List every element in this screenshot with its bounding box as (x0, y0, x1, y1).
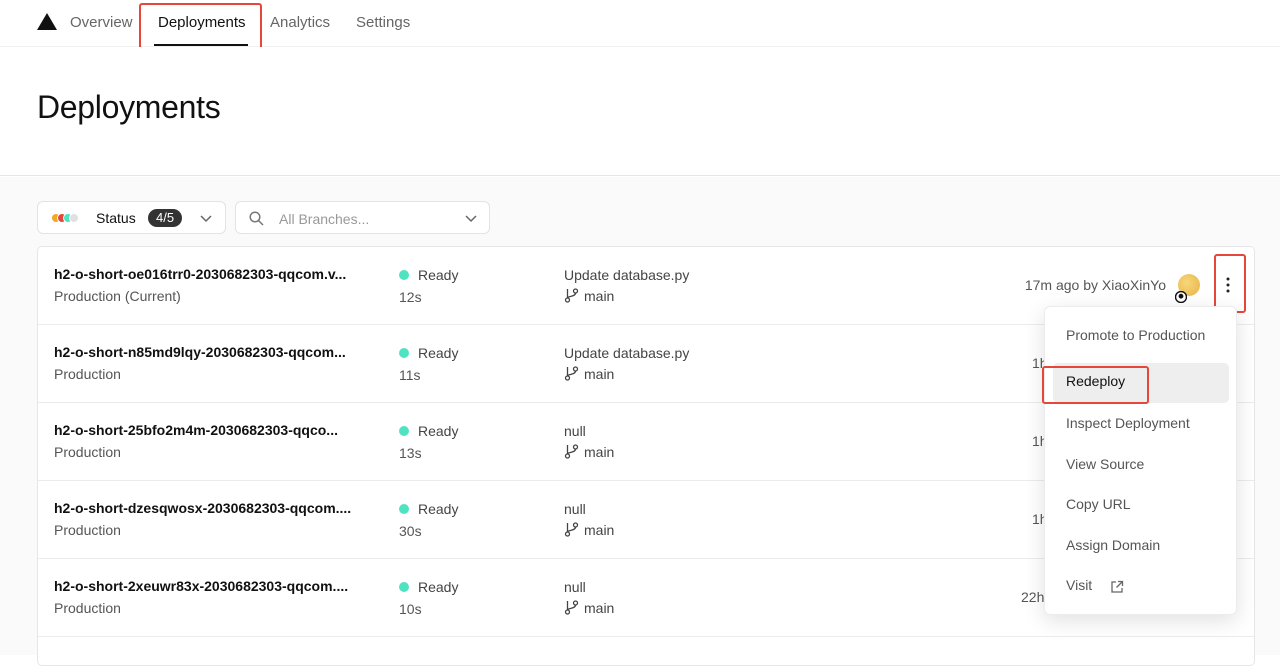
status-filter[interactable]: Status 4/5 (37, 201, 226, 234)
commit-message[interactable]: null (564, 501, 586, 517)
deployment-time-author: 17m ago by XiaoXinYo (1024, 277, 1166, 293)
git-branch-icon (564, 366, 579, 381)
deployment-name[interactable]: h2-o-short-25bfo2m4m-2030682303-qqco... (54, 422, 386, 438)
deployment-environment: Production (54, 522, 121, 538)
menu-item-inspect-deployment[interactable]: Inspect Deployment (1053, 405, 1229, 445)
tab-settings[interactable]: Settings (356, 14, 410, 31)
git-branch-icon (564, 288, 579, 303)
branch-name[interactable]: main (584, 522, 614, 538)
branch-name[interactable]: main (584, 366, 614, 382)
branch-name[interactable]: main (584, 600, 614, 616)
ready-status-dot (399, 426, 409, 436)
git-branch-icon (564, 600, 579, 615)
deployment-actions-menu: Promote to Production Redeploy Inspect D… (1044, 306, 1237, 615)
page-header: Deployments (0, 47, 1280, 176)
menu-item-assign-domain[interactable]: Assign Domain (1053, 527, 1229, 567)
menu-item-visit-label: Visit (1066, 577, 1093, 593)
ready-status-dot (399, 582, 409, 592)
menu-item-redeploy[interactable]: Redeploy (1053, 363, 1229, 403)
commit-message[interactable]: null (564, 423, 586, 439)
deployment-state: Ready (418, 423, 459, 439)
external-link-icon (1111, 580, 1124, 593)
menu-item-promote-to-production[interactable]: Promote to Production (1053, 317, 1229, 357)
more-options-icon[interactable] (1220, 274, 1236, 296)
deployment-name[interactable]: h2-o-short-2xeuwr83x-2030682303-qqcom...… (54, 578, 386, 594)
tab-overview[interactable]: Overview (70, 14, 133, 31)
chevron-down-icon (465, 215, 477, 223)
deployment-duration: 11s (399, 367, 421, 383)
deployment-duration: 12s (399, 289, 422, 305)
tab-deployments[interactable]: Deployments (158, 14, 246, 31)
vercel-logo-icon[interactable] (37, 13, 57, 30)
ready-status-dot (399, 504, 409, 514)
git-branch-icon (564, 444, 579, 459)
status-dots-icon (51, 213, 87, 223)
search-icon (249, 211, 264, 226)
status-filter-label: Status (96, 210, 136, 226)
menu-item-visit[interactable]: Visit (1053, 567, 1229, 607)
deployment-environment: Production (54, 444, 121, 460)
menu-item-view-source[interactable]: View Source (1053, 446, 1229, 486)
deployment-name[interactable]: h2-o-short-oe016trr0-2030682303-qqcom.v.… (54, 266, 386, 282)
branch-filter[interactable]: All Branches... (235, 201, 490, 234)
ready-status-dot (399, 348, 409, 358)
deployment-environment: Production (Current) (54, 288, 181, 304)
ready-status-dot (399, 270, 409, 280)
commit-message[interactable]: null (564, 579, 586, 595)
deployment-state: Ready (418, 267, 459, 283)
top-nav: Overview Deployments Analytics Settings (0, 0, 1280, 47)
branch-name[interactable]: main (584, 288, 614, 304)
deployment-name[interactable]: h2-o-short-n85md9lqy-2030682303-qqcom... (54, 344, 386, 360)
page-title: Deployments (37, 89, 221, 125)
deployment-name[interactable]: h2-o-short-dzesqwosx-2030682303-qqcom...… (54, 500, 386, 516)
github-icon (1175, 291, 1187, 303)
deployment-time-author: 22h (1021, 589, 1045, 605)
commit-message[interactable]: Update database.py (564, 267, 689, 283)
menu-item-copy-url[interactable]: Copy URL (1053, 486, 1229, 526)
deployment-environment: Production (54, 366, 121, 382)
tab-analytics[interactable]: Analytics (270, 14, 330, 31)
deployment-duration: 30s (399, 523, 422, 539)
branch-filter-placeholder: All Branches... (279, 211, 370, 227)
deployment-state: Ready (418, 501, 459, 517)
git-branch-icon (564, 522, 579, 537)
status-count-badge: 4/5 (148, 209, 183, 227)
chevron-down-icon (200, 215, 212, 223)
commit-message[interactable]: Update database.py (564, 345, 689, 361)
deployment-duration: 10s (399, 601, 422, 617)
deployment-state: Ready (418, 579, 459, 595)
deployment-duration: 13s (399, 445, 422, 461)
active-tab-indicator (154, 44, 248, 46)
deployment-state: Ready (418, 345, 459, 361)
branch-name[interactable]: main (584, 444, 614, 460)
deployment-environment: Production (54, 600, 121, 616)
